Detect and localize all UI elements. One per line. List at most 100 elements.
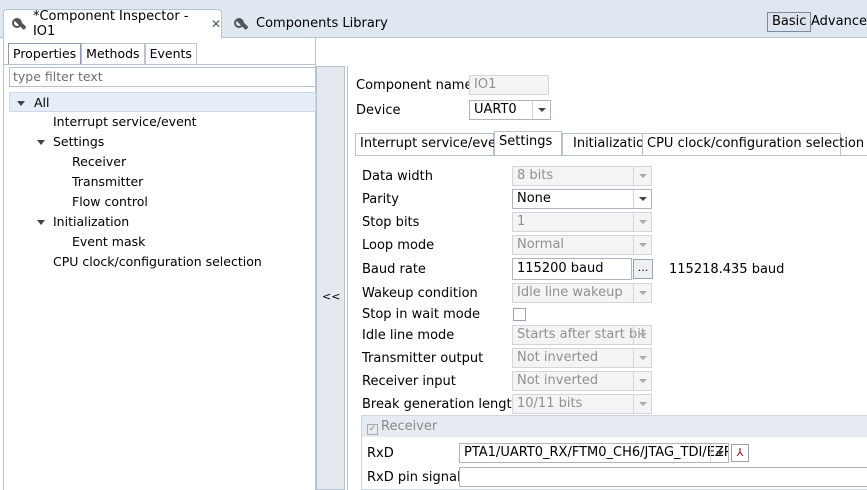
data-width-label: Data width bbox=[362, 169, 434, 184]
wakeup-select[interactable]: Idle line wakeup bbox=[512, 283, 652, 303]
expand-icon[interactable] bbox=[37, 220, 45, 225]
receiver-enable-checkbox[interactable]: ✓ bbox=[367, 424, 378, 435]
rxd-label: RxD bbox=[367, 446, 394, 461]
parity-value: None bbox=[517, 191, 551, 206]
expand-icon[interactable] bbox=[37, 140, 45, 145]
tree-item-label: Initialization bbox=[53, 214, 130, 229]
tree-item-label: Transmitter bbox=[72, 174, 144, 189]
basic-button[interactable]: Basic bbox=[767, 12, 812, 32]
device-value: UART0 bbox=[474, 102, 517, 117]
chevron-down-icon[interactable] bbox=[633, 236, 651, 254]
tab-settings[interactable]: Settings bbox=[494, 131, 562, 155]
tab-component-inspector[interactable]: *Component Inspector - IO1 ✕ bbox=[3, 9, 222, 39]
loop-mode-label: Loop mode bbox=[362, 238, 435, 253]
loop-mode-value: Normal bbox=[517, 237, 565, 252]
loop-mode-select[interactable]: Normal bbox=[512, 235, 652, 255]
properties-panel: Properties Methods Events type filter te… bbox=[3, 38, 316, 490]
tx-output-value: Not inverted bbox=[517, 350, 599, 365]
chevron-down-icon[interactable] bbox=[633, 167, 651, 185]
device-label: Device bbox=[356, 103, 401, 118]
tab-components-library-label: Components Library bbox=[256, 16, 388, 31]
idle-line-select[interactable]: Starts after start bit bbox=[512, 325, 652, 345]
chevron-down-icon[interactable] bbox=[633, 395, 651, 413]
filter-input[interactable]: type filter text bbox=[9, 67, 316, 87]
tab-components-library[interactable]: Components Library bbox=[226, 9, 406, 38]
rxd-pin-signal-input[interactable] bbox=[459, 467, 867, 487]
tree-item-transmitter[interactable]: Transmitter bbox=[9, 172, 316, 192]
editor-tab-bar: *Component Inspector - IO1 ✕ Components … bbox=[0, 0, 867, 39]
parity-label: Parity bbox=[362, 192, 399, 207]
break-length-label: Break generation length bbox=[362, 397, 520, 412]
collapse-panel-button[interactable]: << bbox=[316, 66, 345, 490]
rx-input-label: Receiver input bbox=[362, 374, 456, 389]
tree-item-event-mask[interactable]: Event mask bbox=[9, 232, 316, 252]
tree-item-settings[interactable]: Settings bbox=[9, 132, 316, 152]
rx-input-select[interactable]: Not inverted bbox=[512, 371, 652, 391]
tree-item-all[interactable]: All bbox=[9, 92, 316, 112]
tab-events[interactable]: Events bbox=[144, 43, 197, 65]
properties-subtabs: Properties Methods Events bbox=[8, 43, 197, 65]
parity-select[interactable]: None bbox=[512, 189, 652, 209]
stop-wait-checkbox[interactable] bbox=[513, 308, 526, 321]
tree-item-initialization[interactable]: Initialization bbox=[9, 212, 316, 232]
tree-item-label: Settings bbox=[53, 134, 105, 149]
data-width-value: 8 bits bbox=[517, 168, 554, 183]
wakeup-label: Wakeup condition bbox=[362, 286, 478, 301]
settings-panel: Component name IO1 Device UART0 Interrup… bbox=[347, 66, 867, 490]
tab-cpu-clock[interactable]: CPU clock/configuration selection bbox=[642, 133, 864, 155]
rxd-pin-signal-label: RxD pin signal bbox=[367, 470, 461, 485]
break-length-value: 10/11 bits bbox=[517, 396, 583, 411]
stop-bits-value: 1 bbox=[517, 214, 526, 229]
tree-item-label: Event mask bbox=[72, 234, 146, 249]
device-select[interactable]: UART0 bbox=[469, 100, 551, 120]
chevron-down-icon[interactable] bbox=[532, 101, 550, 119]
chevron-down-icon[interactable] bbox=[633, 213, 651, 231]
tab-initialization[interactable]: Initialization bbox=[562, 133, 652, 155]
data-width-select[interactable]: 8 bits bbox=[512, 166, 652, 186]
idle-line-label: Idle line mode bbox=[362, 328, 455, 343]
stop-wait-label: Stop in wait mode bbox=[362, 307, 480, 322]
tree-item-label: Receiver bbox=[72, 154, 127, 169]
property-tree: All Interrupt service/event Settings Rec… bbox=[9, 92, 316, 272]
wrench-icon bbox=[234, 16, 250, 32]
pin-icon[interactable]: ⅄ bbox=[731, 444, 749, 462]
break-length-select[interactable]: 10/11 bits bbox=[512, 394, 652, 414]
divider bbox=[4, 64, 316, 65]
stop-bits-select[interactable]: 1 bbox=[512, 212, 652, 232]
chevron-down-icon[interactable] bbox=[710, 444, 728, 462]
tab-component-inspector-label: *Component Inspector - IO1 bbox=[32, 9, 189, 39]
tx-output-select[interactable]: Not inverted bbox=[512, 348, 652, 368]
chevron-down-icon[interactable] bbox=[633, 326, 651, 344]
idle-line-value: Starts after start bit bbox=[517, 327, 646, 342]
baud-rate-label: Baud rate bbox=[362, 262, 426, 277]
chevron-down-icon[interactable] bbox=[633, 190, 651, 208]
baud-rate-input[interactable]: 115200 baud bbox=[512, 258, 632, 280]
tree-item-receiver[interactable]: Receiver bbox=[9, 152, 316, 172]
tx-output-label: Transmitter output bbox=[362, 351, 484, 366]
tree-item-flow-control[interactable]: Flow control bbox=[9, 192, 316, 212]
tree-item-label: All bbox=[34, 95, 50, 110]
wakeup-value: Idle line wakeup bbox=[517, 285, 623, 300]
component-name-field[interactable]: IO1 bbox=[469, 75, 549, 95]
tree-item-cpu-clock[interactable]: CPU clock/configuration selection bbox=[9, 252, 316, 272]
chevron-down-icon[interactable] bbox=[633, 284, 651, 302]
close-icon[interactable]: ✕ bbox=[211, 17, 221, 31]
chevron-down-icon[interactable] bbox=[633, 372, 651, 390]
advanced-button[interactable]: Advanced bbox=[811, 12, 867, 32]
rx-input-value: Not inverted bbox=[517, 373, 599, 388]
tab-interrupt-service[interactable]: Interrupt service/event bbox=[355, 133, 509, 155]
rxd-value: PTA1/UART0_RX/FTM0_CH6/JTAG_TDI/EZP_ bbox=[464, 445, 729, 460]
baud-rate-browse-button[interactable]: ... bbox=[633, 259, 653, 279]
baud-rate-actual: 115218.435 baud bbox=[669, 262, 785, 277]
chevron-down-icon[interactable] bbox=[633, 349, 651, 367]
tab-properties[interactable]: Properties bbox=[8, 43, 82, 65]
receiver-group-header[interactable]: ✓ Receiver bbox=[362, 416, 867, 437]
tree-item-interrupt-service[interactable]: Interrupt service/event bbox=[9, 112, 316, 132]
rxd-select[interactable]: PTA1/UART0_RX/FTM0_CH6/JTAG_TDI/EZP_ bbox=[459, 443, 729, 463]
divider bbox=[355, 155, 867, 156]
tree-item-label: Interrupt service/event bbox=[53, 114, 197, 129]
expand-icon[interactable] bbox=[17, 101, 25, 106]
collapse-label: << bbox=[322, 290, 341, 303]
tab-methods[interactable]: Methods bbox=[81, 43, 145, 65]
tree-item-label: Flow control bbox=[72, 194, 148, 209]
